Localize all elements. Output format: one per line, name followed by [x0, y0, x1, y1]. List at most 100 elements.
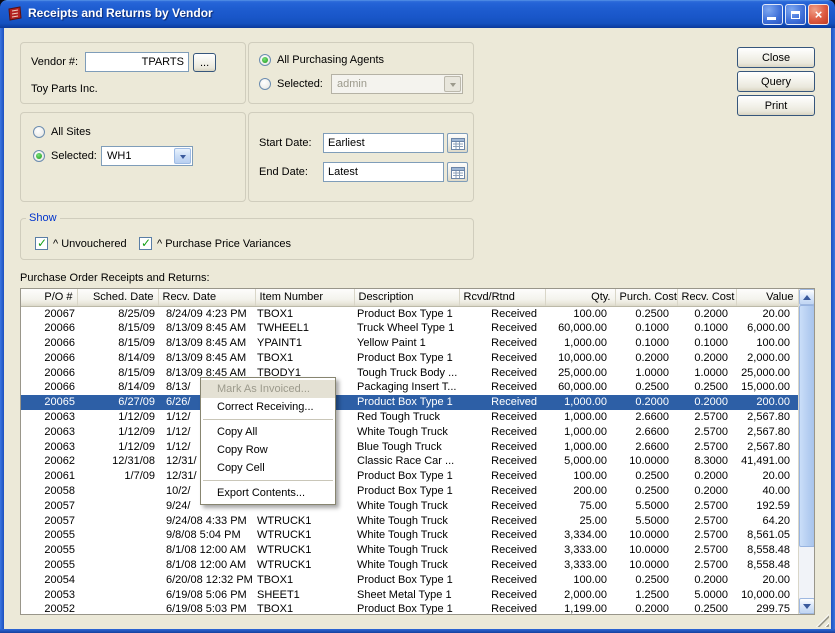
table-cell[interactable]: 0.2500: [615, 306, 677, 321]
table-cell[interactable]: Received: [459, 410, 545, 425]
table-cell[interactable]: 1,000.00: [545, 425, 615, 440]
table-cell[interactable]: White Tough Truck: [354, 425, 459, 440]
unvouchered-label[interactable]: ^ Unvouchered: [53, 234, 127, 254]
table-cell[interactable]: [77, 528, 158, 543]
table-cell[interactable]: 8/13/09 8:45 AM: [158, 336, 255, 351]
table-cell[interactable]: 0.1000: [677, 321, 736, 336]
table-cell[interactable]: SHEET1: [255, 588, 354, 603]
purchase-price-variances-checkbox[interactable]: [139, 237, 152, 250]
table-cell[interactable]: 1,000.00: [545, 336, 615, 351]
table-cell[interactable]: 20055: [21, 543, 77, 558]
table-cell[interactable]: 0.2000: [615, 602, 677, 615]
purchase-price-variances-label[interactable]: ^ Purchase Price Variances: [157, 234, 291, 254]
menu-item[interactable]: Copy Row: [201, 441, 335, 459]
table-cell[interactable]: 10.0000: [615, 543, 677, 558]
table-cell[interactable]: TBOX1: [255, 306, 354, 321]
unvouchered-checkbox[interactable]: [35, 237, 48, 250]
table-cell[interactable]: [77, 514, 158, 529]
table-cell[interactable]: 20063: [21, 425, 77, 440]
table-cell[interactable]: 200.00: [736, 395, 798, 410]
table-cell[interactable]: 3,333.00: [545, 543, 615, 558]
table-cell[interactable]: Received: [459, 528, 545, 543]
column-header[interactable]: Sched. Date: [77, 289, 158, 306]
table-cell[interactable]: 0.2000: [677, 351, 736, 366]
table-cell[interactable]: 8/13/09 8:45 AM: [158, 321, 255, 336]
table-cell[interactable]: 2.5700: [677, 410, 736, 425]
table-cell[interactable]: TBOX1: [255, 602, 354, 615]
table-cell[interactable]: 2,567.80: [736, 425, 798, 440]
table-cell[interactable]: 0.2000: [677, 573, 736, 588]
table-row[interactable]: 200631/12/091/12/White Tough TruckReceiv…: [21, 425, 798, 440]
table-row[interactable]: 200579/24/08 4:33 PMWTRUCK1White Tough T…: [21, 514, 798, 529]
table-cell[interactable]: Product Box Type 1: [354, 469, 459, 484]
table-cell[interactable]: Packaging Insert T...: [354, 380, 459, 395]
table-cell[interactable]: [77, 484, 158, 499]
menu-item[interactable]: Export Contents...: [201, 484, 335, 502]
column-header[interactable]: Item Number: [255, 289, 354, 306]
menu-item[interactable]: Copy All: [201, 423, 335, 441]
table-cell[interactable]: 40.00: [736, 484, 798, 499]
table-cell[interactable]: 8/15/09: [77, 366, 158, 381]
table-cell[interactable]: 8,558.48: [736, 543, 798, 558]
table-cell[interactable]: 5.5000: [615, 514, 677, 529]
titlebar[interactable]: Receipts and Returns by Vendor ×: [0, 0, 835, 28]
table-cell[interactable]: 8/15/09: [77, 336, 158, 351]
table-cell[interactable]: YPAINT1: [255, 336, 354, 351]
table-cell[interactable]: 10,000.00: [545, 351, 615, 366]
table-cell[interactable]: Blue Tough Truck: [354, 440, 459, 455]
table-cell[interactable]: Received: [459, 321, 545, 336]
sites-selected-label[interactable]: Selected:: [51, 146, 97, 166]
table-cell[interactable]: 1/12/09: [77, 425, 158, 440]
table-cell[interactable]: 10.0000: [615, 454, 677, 469]
table-cell[interactable]: [77, 499, 158, 514]
table-cell[interactable]: 2,000.00: [545, 588, 615, 603]
table-cell[interactable]: TBOX1: [255, 351, 354, 366]
table-cell[interactable]: 0.2500: [677, 602, 736, 615]
table-cell[interactable]: 1.2500: [615, 588, 677, 603]
table-cell[interactable]: 25,000.00: [736, 366, 798, 381]
table-cell[interactable]: 6/20/08 12:32 PM: [158, 573, 255, 588]
table-cell[interactable]: 1,000.00: [545, 410, 615, 425]
table-cell[interactable]: 9/24/08 4:33 PM: [158, 514, 255, 529]
table-cell[interactable]: 2.5700: [677, 499, 736, 514]
table-row[interactable]: 200668/14/098/13/09 8:45 AMTBOX1Product …: [21, 351, 798, 366]
table-row[interactable]: 200546/20/08 12:32 PMTBOX1Product Box Ty…: [21, 573, 798, 588]
table-cell[interactable]: 20065: [21, 395, 77, 410]
maximize-button[interactable]: [785, 4, 806, 25]
table-cell[interactable]: 100.00: [545, 469, 615, 484]
end-date-calendar-button[interactable]: [447, 162, 468, 182]
table-cell[interactable]: 192.59: [736, 499, 798, 514]
table-cell[interactable]: 2.6600: [615, 410, 677, 425]
table-cell[interactable]: 20066: [21, 336, 77, 351]
table-cell[interactable]: White Tough Truck: [354, 528, 459, 543]
table-cell[interactable]: 0.2000: [615, 351, 677, 366]
start-date-calendar-button[interactable]: [447, 133, 468, 153]
table-cell[interactable]: [77, 588, 158, 603]
table-cell[interactable]: 200.00: [545, 484, 615, 499]
table-cell[interactable]: 2.5700: [677, 514, 736, 529]
table-cell[interactable]: Received: [459, 336, 545, 351]
start-date-input[interactable]: [323, 133, 444, 153]
all-sites-radio[interactable]: [33, 126, 45, 138]
table-cell[interactable]: 5.5000: [615, 499, 677, 514]
table-cell[interactable]: 0.2000: [677, 484, 736, 499]
table-cell[interactable]: 8/1/08 12:00 AM: [158, 543, 255, 558]
table-cell[interactable]: Received: [459, 440, 545, 455]
table-row[interactable]: 2006212/31/0812/31/Classic Race Car ...R…: [21, 454, 798, 469]
table-cell[interactable]: 15,000.00: [736, 380, 798, 395]
table-cell[interactable]: 1.0000: [615, 366, 677, 381]
table-cell[interactable]: Received: [459, 469, 545, 484]
table-cell[interactable]: 2,567.80: [736, 410, 798, 425]
table-cell[interactable]: 60,000.00: [545, 321, 615, 336]
table-cell[interactable]: 20063: [21, 440, 77, 455]
table-cell[interactable]: Product Box Type 1: [354, 573, 459, 588]
table-cell[interactable]: 60,000.00: [545, 380, 615, 395]
table-row[interactable]: 200526/19/08 5:03 PMTBOX1Product Box Typ…: [21, 602, 798, 615]
table-cell[interactable]: 1,000.00: [545, 395, 615, 410]
menu-item[interactable]: Copy Cell: [201, 459, 335, 477]
table-cell[interactable]: 0.2000: [677, 395, 736, 410]
table-cell[interactable]: Received: [459, 573, 545, 588]
table-cell[interactable]: 20053: [21, 588, 77, 603]
table-cell[interactable]: White Tough Truck: [354, 543, 459, 558]
table-cell[interactable]: Received: [459, 484, 545, 499]
